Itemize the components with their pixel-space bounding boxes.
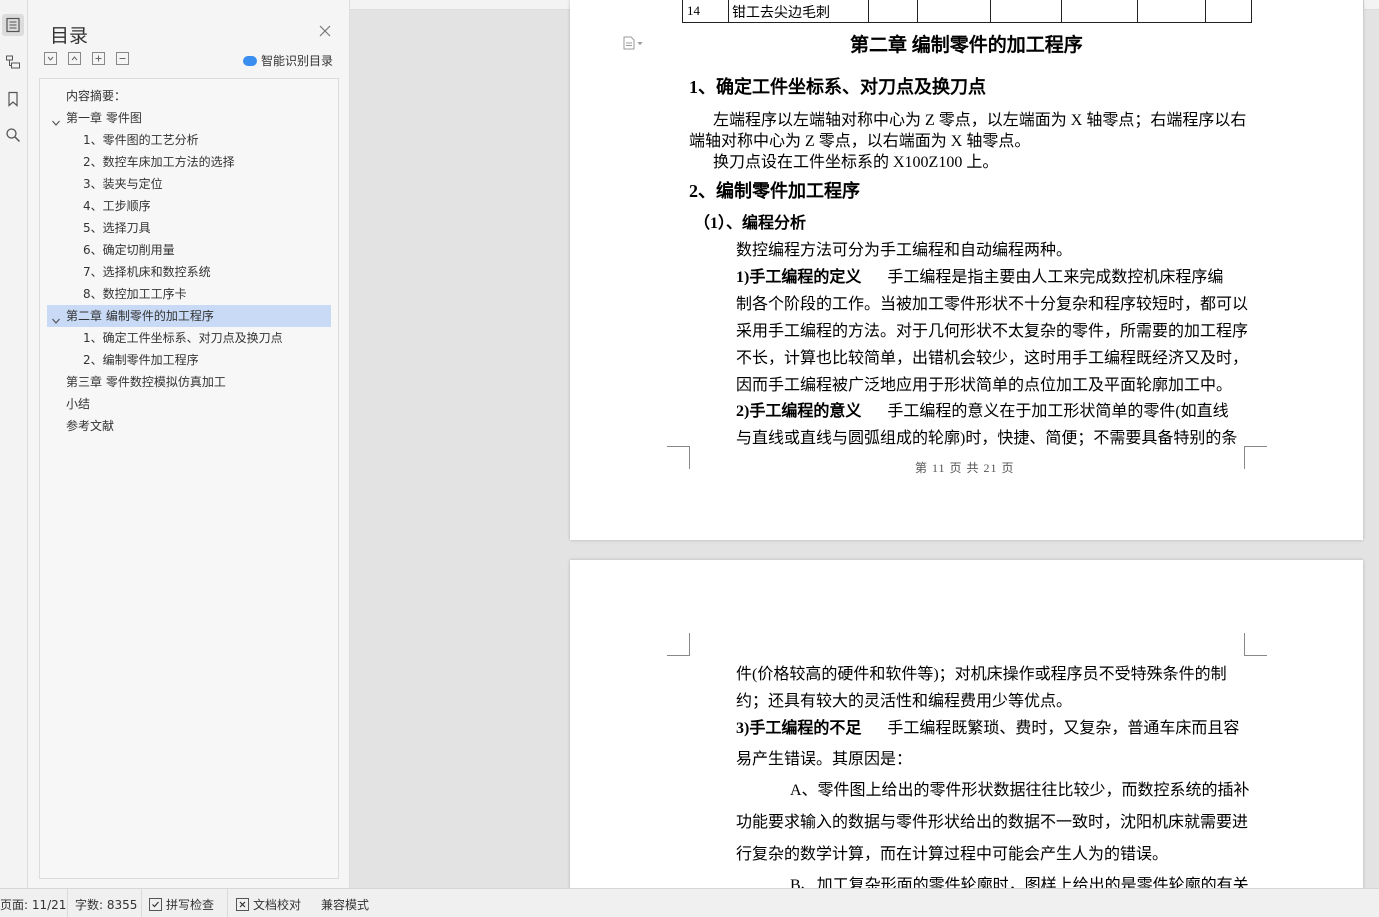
paragraph-line: 功能要求输入的数据与零件形状给出的数据不一致时，沈阳机床就需要进 [736,814,1249,831]
document-options-icon[interactable] [623,36,645,50]
proofread-button[interactable]: 文档校对 [236,896,301,913]
chapter-title: 第二章 编制零件的加工程序 [850,35,1083,56]
close-icon[interactable] [318,23,332,37]
margin-corner-mark [667,633,690,656]
paragraph-line: 1)手工编程的定义 手工编程是指主要由人工来完成数控机床程序编 [736,269,1224,286]
term-label: 3)手工编程的不足 [736,720,862,737]
paragraph-line: 因而手工编程被广泛地应用于形状简单的点位加工及平面轮廓加工中。 [736,377,1233,394]
toc-item[interactable]: 1、确定工件坐标系、对刀点及换刀点 [83,327,283,349]
paragraph-line: 行复杂的数学计算，而在计算过程中可能会产生人为的错误。 [736,846,1169,863]
term-label: 1)手工编程的定义 [736,269,862,286]
paragraph-line: 与直线或直线与圆弧组成的轮廓)时，快捷、简便；不需要具备特别的条 [736,430,1238,447]
smart-toc-icon [243,55,257,66]
table-cell: 钳工去尖边毛刺 [732,6,830,21]
term-label: 2)手工编程的意义 [736,403,862,420]
check-icon [149,898,162,911]
toc-item[interactable]: 4、工步顺序 [83,195,151,217]
toc-list: 内容摘要： 第一章 零件图 1、零件图的工艺分析 2、数控车床加工方法的选择 3… [39,78,339,879]
chevron-down-icon[interactable] [51,311,61,324]
left-icon-bar [0,0,28,888]
toc-panel-icon[interactable] [2,14,24,36]
margin-corner-mark [1244,633,1267,656]
proofread-icon [236,898,249,911]
margin-corner-mark [667,446,690,469]
paragraph-line: 约；还具有较大的灵活性和编程费用少等优点。 [736,693,1073,710]
toc-panel: 目录 智能识别目录 内容摘要： 第一章 零件图 1、零件图的工艺分析 2、数控车… [28,0,350,888]
collapse-all-icon[interactable] [68,52,81,65]
add-heading-icon[interactable] [92,52,105,65]
paragraph-line: 换刀点设在工件坐标系的 X100Z100 上。 [713,154,999,171]
toc-item-chapter1[interactable]: 第一章 零件图 [66,107,142,129]
margin-corner-mark [1244,446,1267,469]
paragraph-line: 3)手工编程的不足 手工编程既繁琐、费时，又复杂，普通车床而且容 [736,720,1240,737]
table-cell: 14 [687,3,700,18]
toc-item[interactable]: 内容摘要： [66,85,126,107]
toc-item[interactable]: 6、确定切削用量 [83,239,175,261]
toc-toolbar [44,52,129,66]
section-heading: 1、确定工件坐标系、对刀点及换刀点 [689,77,986,97]
toc-item[interactable]: 8、数控加工工序卡 [83,283,187,305]
search-icon[interactable] [2,124,24,146]
compat-mode-label: 兼容模式 [321,898,370,912]
remove-heading-icon[interactable] [116,52,129,65]
page-indicator[interactable]: 页面: 11/21 [0,896,66,913]
spell-check-button[interactable]: 拼写检查 [149,896,214,913]
paragraph-line: 2)手工编程的意义 手工编程的意义在于加工形状简单的零件(如直线 [736,403,1229,420]
status-bar: 页面: 11/21 字数: 8355 拼写检查 文档校对 兼容模式 [0,888,1379,917]
toc-item[interactable]: 1、零件图的工艺分析 [83,129,199,151]
bookmark-icon[interactable] [2,88,24,110]
toc-item-references[interactable]: 参考文献 [66,415,114,437]
section-heading: 2、编制零件加工程序 [689,181,860,201]
smart-toc-button[interactable]: 智能识别目录 [243,52,333,69]
smart-toc-label: 智能识别目录 [261,54,334,68]
paragraph-line: 采用手工编程的方法。对于几何形状不太复杂的零件，所需要的加工程序 [736,323,1249,340]
toc-item-chapter3[interactable]: 第三章 零件数控模拟仿真加工 [66,371,226,393]
paragraph-line: A、零件图上给出的零件形状数据往往比较少，而数控系统的插补 [790,782,1250,799]
toc-item-summary[interactable]: 小结 [66,393,90,415]
toc-item[interactable]: 2、编制零件加工程序 [83,349,199,371]
paragraph-line: 件(价格较高的硬件和软件等)；对机床操作或程序员不受特殊条件的制 [736,666,1227,683]
paragraph-line: 制各个阶段的工作。当被加工零件形状不十分复杂和程序较短时，都可以 [736,296,1249,313]
toc-item[interactable]: 2、数控车床加工方法的选择 [83,151,235,173]
page-footer: 第 11 页 共 21 页 [915,461,1015,475]
structure-icon[interactable] [2,51,24,73]
toc-item[interactable]: 5、选择刀具 [83,217,151,239]
chevron-down-icon[interactable] [51,113,61,126]
top-ruler-strip [1363,0,1379,10]
top-ruler-strip [349,0,573,10]
table-row: 14 钳工去尖边毛刺 [682,0,1252,23]
paragraph-line: 数控编程方法可分为手工编程和自动编程两种。 [736,242,1073,259]
document-page: 14 钳工去尖边毛刺 第二章 编制零件的加工程序 1、确定工件坐标系、对刀点及换… [570,0,1363,540]
toc-item-chapter2-selected[interactable]: 第二章 编制零件的加工程序 [47,305,331,327]
toc-title: 目录 [50,25,89,47]
paragraph-line: 易产生错误。其原因是： [736,751,913,768]
expand-all-icon[interactable] [44,52,57,65]
toc-item[interactable]: 7、选择机床和数控系统 [83,261,211,283]
document-page: 件(价格较高的硬件和软件等)；对机床操作或程序员不受特殊条件的制 约；还具有较大… [570,560,1363,900]
paragraph-line: 不长，计算也比较简单，出错机会较少，这时用手工编程既经济又及时， [736,350,1249,367]
toc-item[interactable]: 3、装夹与定位 [83,173,163,195]
subsection-heading: （1）、编程分析 [694,215,807,232]
word-count[interactable]: 字数: 8355 [75,896,137,913]
